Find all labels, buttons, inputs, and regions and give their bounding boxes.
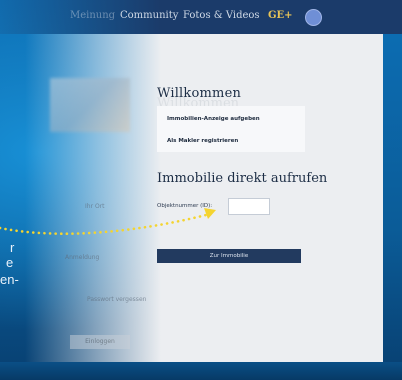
- callout-dotted-arrow: [0, 208, 216, 236]
- dotted-path: [0, 212, 212, 236]
- arrow-head-icon: [204, 208, 216, 219]
